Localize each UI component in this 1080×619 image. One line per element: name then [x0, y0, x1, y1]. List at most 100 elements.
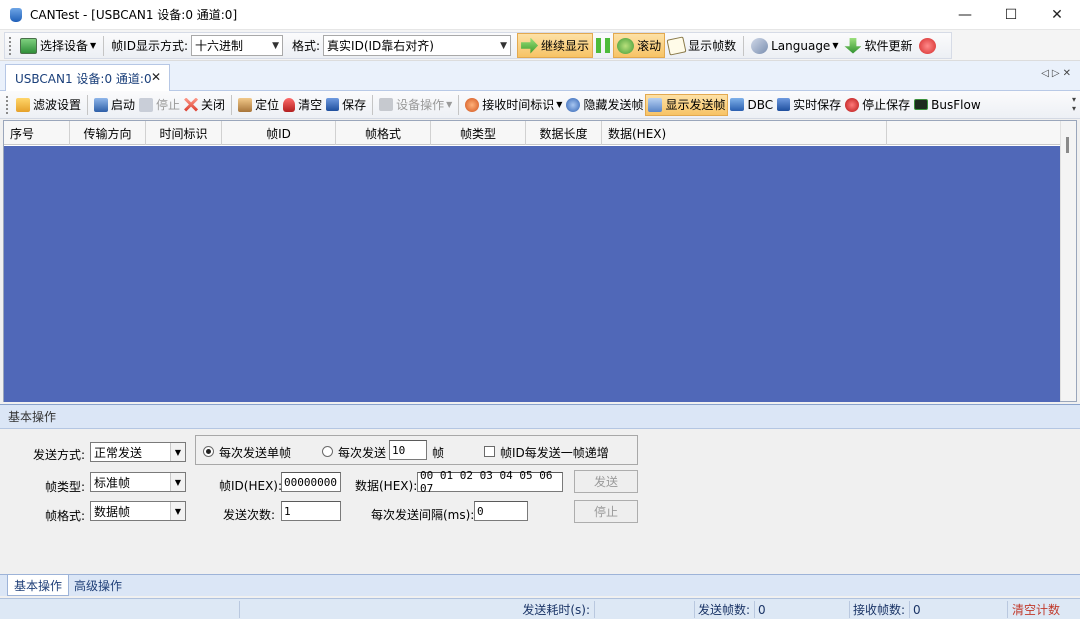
send-count-input[interactable]: 1 [281, 501, 341, 521]
clear-icon [283, 97, 296, 112]
show-frame-count-button[interactable]: 显示帧数 [665, 33, 739, 58]
stop-save-button[interactable]: 停止保存 [843, 94, 912, 116]
single-frame-radio[interactable] [203, 446, 214, 457]
send-time-value [595, 601, 695, 618]
close-icon[interactable]: ✕ [151, 70, 161, 84]
scroll-label: 滚动 [637, 39, 662, 53]
clear-button[interactable]: 清空 [281, 94, 324, 116]
chevron-down-icon: ▼ [272, 40, 279, 51]
rx-timestamp-label: 接收时间标识 [482, 98, 555, 112]
minimize-button[interactable]: — [942, 0, 988, 30]
stop-send-button[interactable]: 停止 [574, 500, 638, 523]
tab-advanced-ops[interactable]: 高级操作 [68, 575, 128, 596]
realtime-save-button[interactable]: 实时保存 [775, 94, 843, 116]
interval-input[interactable]: 0 [474, 501, 528, 521]
chevron-down-icon: ▼ [170, 443, 185, 461]
multi-frame-radio[interactable] [322, 446, 333, 457]
toolbar-overflow-icon[interactable]: ▾ ▾ [1072, 95, 1076, 113]
chevron-down-icon: ▼ [170, 502, 185, 520]
update-icon [844, 37, 862, 54]
device-ops-label: 设备操作 [396, 98, 445, 112]
continue-display-button[interactable]: 继续显示 [517, 33, 594, 58]
format-select[interactable]: 真实ID(ID靠右对齐) ▼ [323, 35, 512, 56]
toolbar-grip[interactable] [6, 95, 10, 114]
multi-frame-count-input[interactable]: 10 [389, 440, 427, 460]
device-icon [20, 37, 37, 54]
column-header-index[interactable]: 序号 [4, 121, 70, 145]
maximize-button[interactable]: ☐ [988, 0, 1034, 30]
frame-type-select[interactable]: 标准帧 ▼ [90, 472, 186, 492]
save-label: 保存 [342, 98, 367, 112]
language-button[interactable]: Language ▼ [748, 33, 841, 58]
pause-button[interactable] [593, 33, 613, 58]
column-header-data-length[interactable]: 数据长度 [526, 121, 602, 145]
busflow-button[interactable]: BusFlow [912, 94, 982, 116]
tab-next-icon[interactable]: ▷ [1052, 68, 1063, 79]
frame-grid: 序号 传输方向 时间标识 帧ID 帧格式 帧类型 数据长度 数据(HEX) [3, 120, 1077, 402]
device-ops-button[interactable]: 设备操作 ▼ [377, 94, 454, 116]
show-sent-frames-button[interactable]: 显示发送帧 [645, 93, 729, 116]
hide-sent-frames-button[interactable]: 隐藏发送帧 [564, 94, 645, 116]
frame-id-format-value: 十六进制 [195, 39, 244, 53]
send-mode-select[interactable]: 正常发送 ▼ [90, 442, 186, 462]
send-panel-header: 基本操作 [0, 405, 1080, 429]
save-button[interactable]: 保存 [324, 94, 368, 116]
toolbar-grip[interactable] [9, 36, 13, 55]
save-icon [326, 98, 340, 111]
vertical-scrollbar[interactable] [1060, 121, 1076, 401]
toolbar-separator [231, 94, 233, 115]
select-device-button[interactable]: 选择设备 ▼ [17, 33, 99, 58]
frame-id-format-select[interactable]: 十六进制 ▼ [191, 35, 283, 56]
dbc-button[interactable]: DBC [728, 94, 775, 116]
column-header-data-hex[interactable]: 数据(HEX) [602, 121, 887, 145]
filter-settings-label: 滤波设置 [33, 98, 82, 112]
locate-label: 定位 [255, 98, 280, 112]
column-header-direction[interactable]: 传输方向 [70, 121, 146, 145]
send-button[interactable]: 发送 [574, 470, 638, 493]
stop-save-icon [845, 97, 860, 112]
column-header-timestamp[interactable]: 时间标识 [146, 121, 222, 145]
grid-body[interactable] [4, 146, 1060, 402]
tab-usbcan1[interactable]: USBCAN1 设备:0 通道:0 ✕ [5, 64, 170, 91]
increment-id-checkbox[interactable] [484, 446, 495, 457]
realtime-save-label: 实时保存 [793, 98, 842, 112]
arrow-right-icon [521, 37, 539, 54]
multi-frame-label: 每次发送 [338, 446, 387, 460]
tab-usbcan1-label: USBCAN1 设备:0 通道:0 [15, 71, 152, 86]
close-device-button[interactable]: 关闭 [182, 94, 227, 116]
continue-display-label: 继续显示 [541, 39, 590, 53]
data-hex-input[interactable]: 00 01 02 03 04 05 06 07 [417, 469, 563, 495]
scroll-button[interactable]: 滚动 [613, 33, 666, 58]
help-button[interactable] [916, 33, 942, 58]
stop-button[interactable]: 停止 [137, 94, 182, 116]
toolbar-separator [103, 35, 105, 56]
show-icon [648, 97, 663, 112]
locate-button[interactable]: 定位 [236, 94, 281, 116]
status-bar: 发送耗时(s): 发送帧数: 0 接收帧数: 0 清空计数 [0, 598, 1080, 619]
close-button[interactable]: ✕ [1034, 0, 1080, 30]
stop-label: 停止 [156, 98, 181, 112]
help-icon [918, 37, 936, 54]
column-header-frame-format[interactable]: 帧格式 [336, 121, 431, 145]
status-cell-empty [0, 601, 240, 618]
start-button[interactable]: 启动 [92, 94, 137, 116]
tab-prev-icon[interactable]: ◁ [1041, 68, 1052, 79]
column-header-frame-type[interactable]: 帧类型 [431, 121, 526, 145]
rx-timestamp-button[interactable]: 接收时间标识 ▼ [463, 94, 564, 116]
frame-type-label: 帧类型: [45, 480, 86, 494]
filter-settings-button[interactable]: 滤波设置 [14, 94, 83, 116]
sent-frames-label: 发送帧数: [695, 601, 755, 618]
frame-id-input[interactable]: 00000000 [281, 472, 341, 492]
close-device-label: 关闭 [201, 98, 226, 112]
show-sent-frames-label: 显示发送帧 [665, 98, 726, 112]
software-update-button[interactable]: 软件更新 [841, 33, 915, 58]
clear-count-button[interactable]: 清空计数 [1008, 601, 1080, 618]
toolbar-separator [87, 94, 89, 115]
chevron-down-icon: ▼ [832, 41, 839, 50]
column-header-frame-id[interactable]: 帧ID [222, 121, 336, 145]
tab-close-icon[interactable]: ✕ [1063, 68, 1074, 79]
scrollbar-thumb[interactable] [1066, 137, 1069, 153]
frame-format-select[interactable]: 数据帧 ▼ [90, 501, 186, 521]
tab-basic-ops[interactable]: 基本操作 [7, 575, 70, 596]
chevron-down-icon: ▼ [446, 100, 453, 109]
